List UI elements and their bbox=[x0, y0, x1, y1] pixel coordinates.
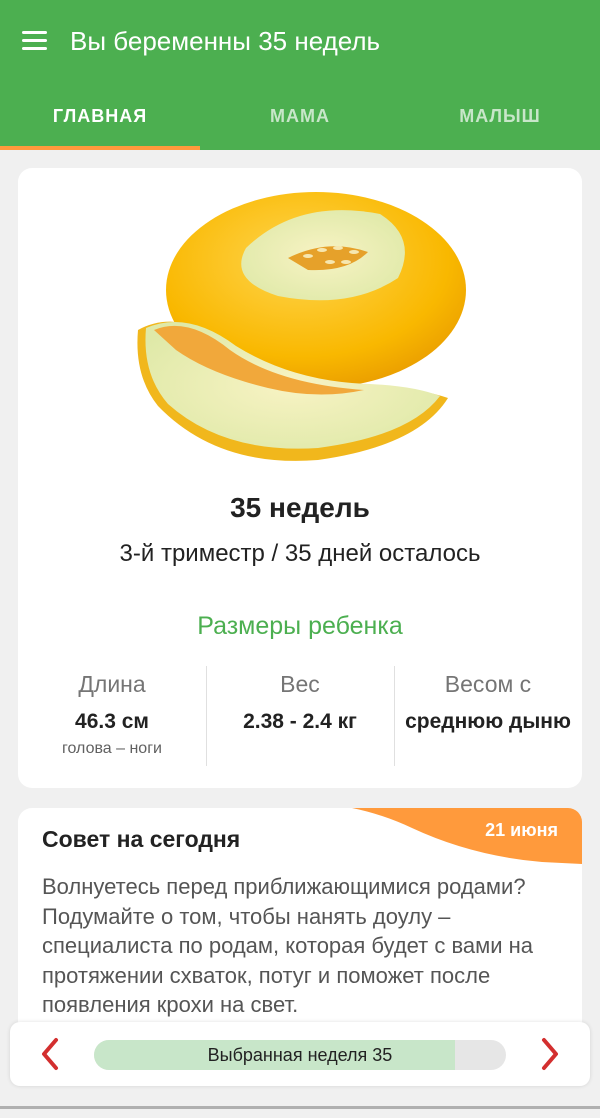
tip-text: Волнуетесь перед приближающимися родами?… bbox=[42, 874, 534, 1017]
stat-label: Вес bbox=[280, 671, 320, 697]
tip-date: 21 июня bbox=[485, 820, 558, 840]
tab-mom[interactable]: МАМА bbox=[200, 98, 400, 150]
stat-weight: Вес 2.38 - 2.4 кг bbox=[206, 666, 394, 766]
active-tab-indicator bbox=[0, 146, 200, 150]
chevron-right-icon[interactable] bbox=[534, 1036, 566, 1072]
week-title: 35 недель bbox=[230, 492, 370, 523]
app-title: Вы беременны 35 недель bbox=[70, 26, 381, 56]
daily-tip-card: 21 июня Совет на сегодня Волнуетесь пере… bbox=[18, 808, 582, 1038]
stat-length: Длина 46.3 см голова – ноги bbox=[18, 666, 206, 766]
stat-value: 2.38 - 2.4 кг bbox=[243, 710, 357, 733]
stat-label: Длина bbox=[78, 671, 146, 697]
stat-note: голова – ноги bbox=[62, 740, 162, 757]
week-navigation-bar: Выбранная неделя 35 bbox=[10, 1022, 590, 1086]
week-summary-card: 35 недель 3-й триместр / 35 дней осталос… bbox=[18, 168, 582, 788]
selected-week-label: Выбранная неделя 35 bbox=[207, 1045, 393, 1065]
chevron-left-icon[interactable] bbox=[34, 1036, 66, 1072]
tab-baby[interactable]: МАЛЫШ bbox=[400, 98, 600, 150]
baby-sizes-heading[interactable]: Размеры ребенка bbox=[18, 612, 582, 641]
stat-comparison: Весом с среднюю дыню bbox=[394, 666, 582, 766]
stat-value: среднюю дыню bbox=[405, 710, 571, 733]
stat-label: Весом с bbox=[444, 671, 532, 697]
tip-title: Совет на сегодня bbox=[42, 826, 241, 852]
app-bar: Вы беременны 35 недель ГЛАВНАЯ МАМА МАЛЫ… bbox=[0, 0, 600, 150]
tab-main[interactable]: ГЛАВНАЯ bbox=[0, 98, 200, 150]
melon-illustration bbox=[137, 192, 466, 461]
stat-value: 46.3 см bbox=[75, 710, 149, 733]
selected-week-progress[interactable]: Выбранная неделя 35 bbox=[94, 1040, 506, 1070]
menu-icon[interactable] bbox=[18, 26, 52, 56]
system-bottom-line bbox=[0, 1106, 600, 1109]
trimester-subtitle: 3-й триместр / 35 дней осталось bbox=[119, 540, 481, 567]
